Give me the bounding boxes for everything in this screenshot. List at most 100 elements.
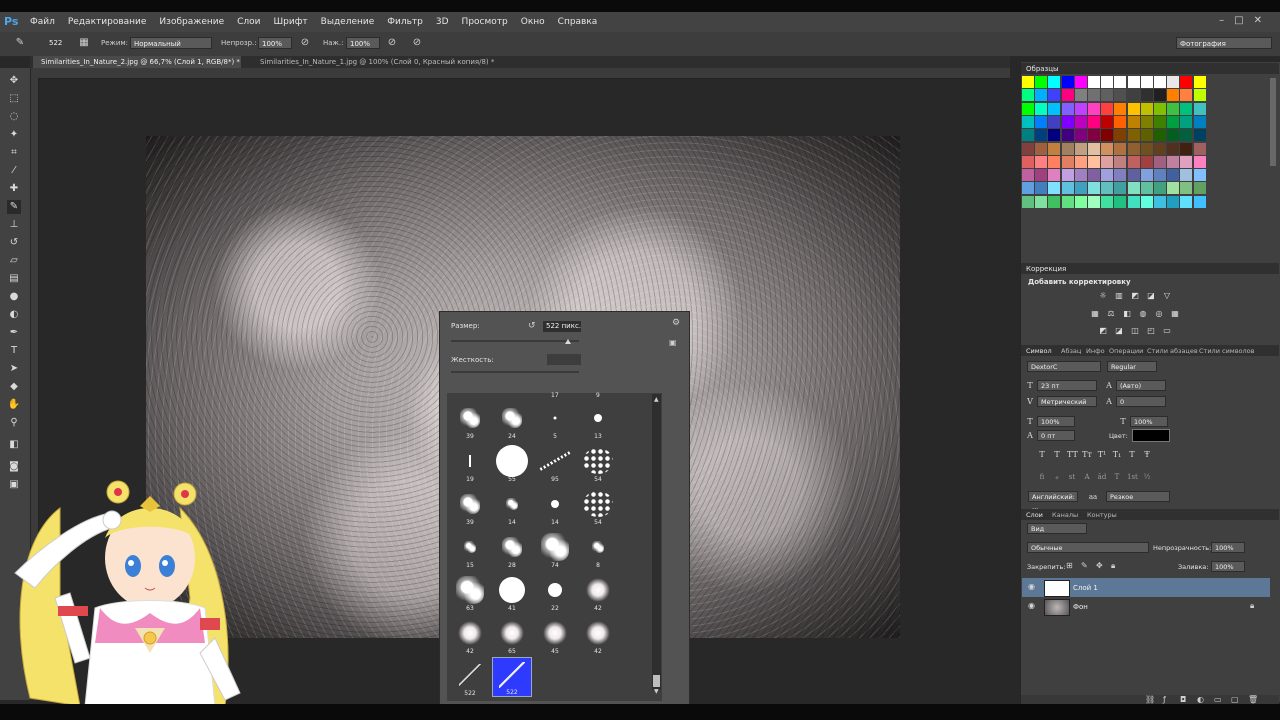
visibility-eye-icon[interactable]: ◉ [1028,602,1036,610]
tab-info[interactable]: Инфо [1086,347,1105,355]
swatch[interactable] [1193,129,1206,142]
path-select-icon[interactable]: ➤ [7,362,21,376]
lock-transparency-icon[interactable]: ⊞ [1066,561,1073,570]
swatch[interactable] [1048,102,1061,115]
swatch[interactable] [1022,129,1034,142]
swatch[interactable] [1061,115,1074,128]
swatch[interactable] [1035,142,1048,155]
swatch[interactable] [1074,115,1087,128]
swatch[interactable] [1140,89,1153,102]
opentype-button[interactable]: A [1082,472,1092,482]
swatch[interactable] [1088,102,1100,115]
swatch[interactable] [1167,89,1180,102]
text-style-button[interactable]: TT [1067,450,1078,460]
swatch[interactable] [1061,195,1074,208]
gradient-icon[interactable]: ▤ [7,272,21,286]
eraser-icon[interactable]: ▱ [7,254,21,268]
brush-size-slider-thumb[interactable] [565,339,571,344]
swatch[interactable] [1088,129,1100,142]
swatch[interactable] [1114,102,1127,115]
language-select[interactable]: Английский: ... [1028,491,1078,511]
swatch[interactable] [1061,89,1074,102]
colors-icon[interactable]: ◧ [7,438,21,452]
brush-preset[interactable]: 54 [578,443,618,483]
swatch[interactable] [1061,76,1074,88]
add-mask-icon[interactable]: ◘ [1180,695,1186,704]
swatch[interactable] [1074,102,1087,115]
text-style-button[interactable]: T₁ [1112,450,1122,460]
swatch[interactable] [1074,169,1087,182]
swatch[interactable] [1101,129,1114,142]
brush-list-scroll-thumb[interactable] [653,675,660,687]
swatch[interactable] [1114,195,1127,208]
brush-preset[interactable]: 19 [450,443,490,483]
text-style-button[interactable]: T [1037,450,1047,460]
swatch[interactable] [1114,76,1127,88]
swatch[interactable] [1127,155,1140,168]
swatch[interactable] [1022,182,1034,195]
vibrance-icon[interactable]: ▽ [1162,291,1172,301]
swatch[interactable] [1140,76,1153,88]
pen-icon[interactable]: ✒ [7,326,21,340]
menu-help[interactable]: Справка [558,17,598,27]
swatch[interactable] [1022,142,1034,155]
text-color-swatch[interactable] [1132,429,1170,442]
blur-icon[interactable]: ● [7,290,21,304]
new-group-icon[interactable]: ▭ [1214,695,1222,704]
brush-preset[interactable]: 14 [535,486,575,526]
bw-icon[interactable]: ◧ [1122,309,1132,319]
swatch[interactable] [1035,129,1048,142]
swatch[interactable] [1167,182,1180,195]
tab-character-styles[interactable]: Стили символов [1199,347,1254,355]
scroll-up-icon[interactable]: ▲ [654,396,659,403]
delete-layer-icon[interactable]: 🗑︎ [1248,695,1258,704]
posterize-icon[interactable]: ◪ [1114,326,1124,336]
swatch[interactable] [1035,182,1048,195]
opentype-button[interactable]: ād [1097,472,1107,482]
swatch[interactable] [1154,142,1166,155]
swatch[interactable] [1088,169,1100,182]
swatch[interactable] [1193,155,1206,168]
swatch[interactable] [1101,76,1114,88]
lasso-icon[interactable]: ◌ [7,110,21,124]
swatch[interactable] [1035,102,1048,115]
pressure-size-icon[interactable]: ⊘ [411,37,423,49]
swatch[interactable] [1061,129,1074,142]
swatch[interactable] [1074,195,1087,208]
swatch[interactable] [1061,142,1074,155]
lock-pixels-icon[interactable]: ✎ [1081,561,1088,570]
swatch[interactable] [1101,155,1114,168]
swatch[interactable] [1193,115,1206,128]
swatch[interactable] [1088,142,1100,155]
swatch[interactable] [1088,155,1100,168]
swatch[interactable] [1180,129,1193,142]
swatch[interactable] [1193,76,1206,88]
tab-actions[interactable]: Операции [1109,347,1143,355]
eyedropper-icon[interactable]: ⁄ [7,164,21,178]
swatch[interactable] [1048,155,1061,168]
opentype-button[interactable]: st [1067,472,1077,482]
brightness-icon[interactable]: ☼ [1098,291,1108,301]
swatch[interactable] [1167,115,1180,128]
swatch[interactable] [1022,115,1034,128]
swatch[interactable] [1114,142,1127,155]
swatch[interactable] [1048,89,1061,102]
healing-icon[interactable]: ✚ [7,182,21,196]
swatch[interactable] [1035,89,1048,102]
brush-size-input[interactable]: 522 пикс. [543,321,581,332]
menu-select[interactable]: Выделение [321,17,375,27]
swatch[interactable] [1088,182,1100,195]
swatch[interactable] [1022,155,1034,168]
swatch[interactable] [1167,169,1180,182]
text-style-button[interactable]: Tт [1082,450,1092,460]
visibility-eye-icon[interactable]: ◉ [1028,583,1036,591]
swatch[interactable] [1180,115,1193,128]
swatch[interactable] [1154,155,1166,168]
layer-name[interactable]: Фон [1073,603,1088,611]
gear-icon[interactable]: ⚙ [672,318,680,328]
swatch[interactable] [1193,102,1206,115]
swatch[interactable] [1167,195,1180,208]
swatches-title[interactable]: Образцы [1026,65,1059,73]
swatch[interactable] [1154,76,1166,88]
new-layer-icon[interactable]: ▢ [1231,695,1239,704]
